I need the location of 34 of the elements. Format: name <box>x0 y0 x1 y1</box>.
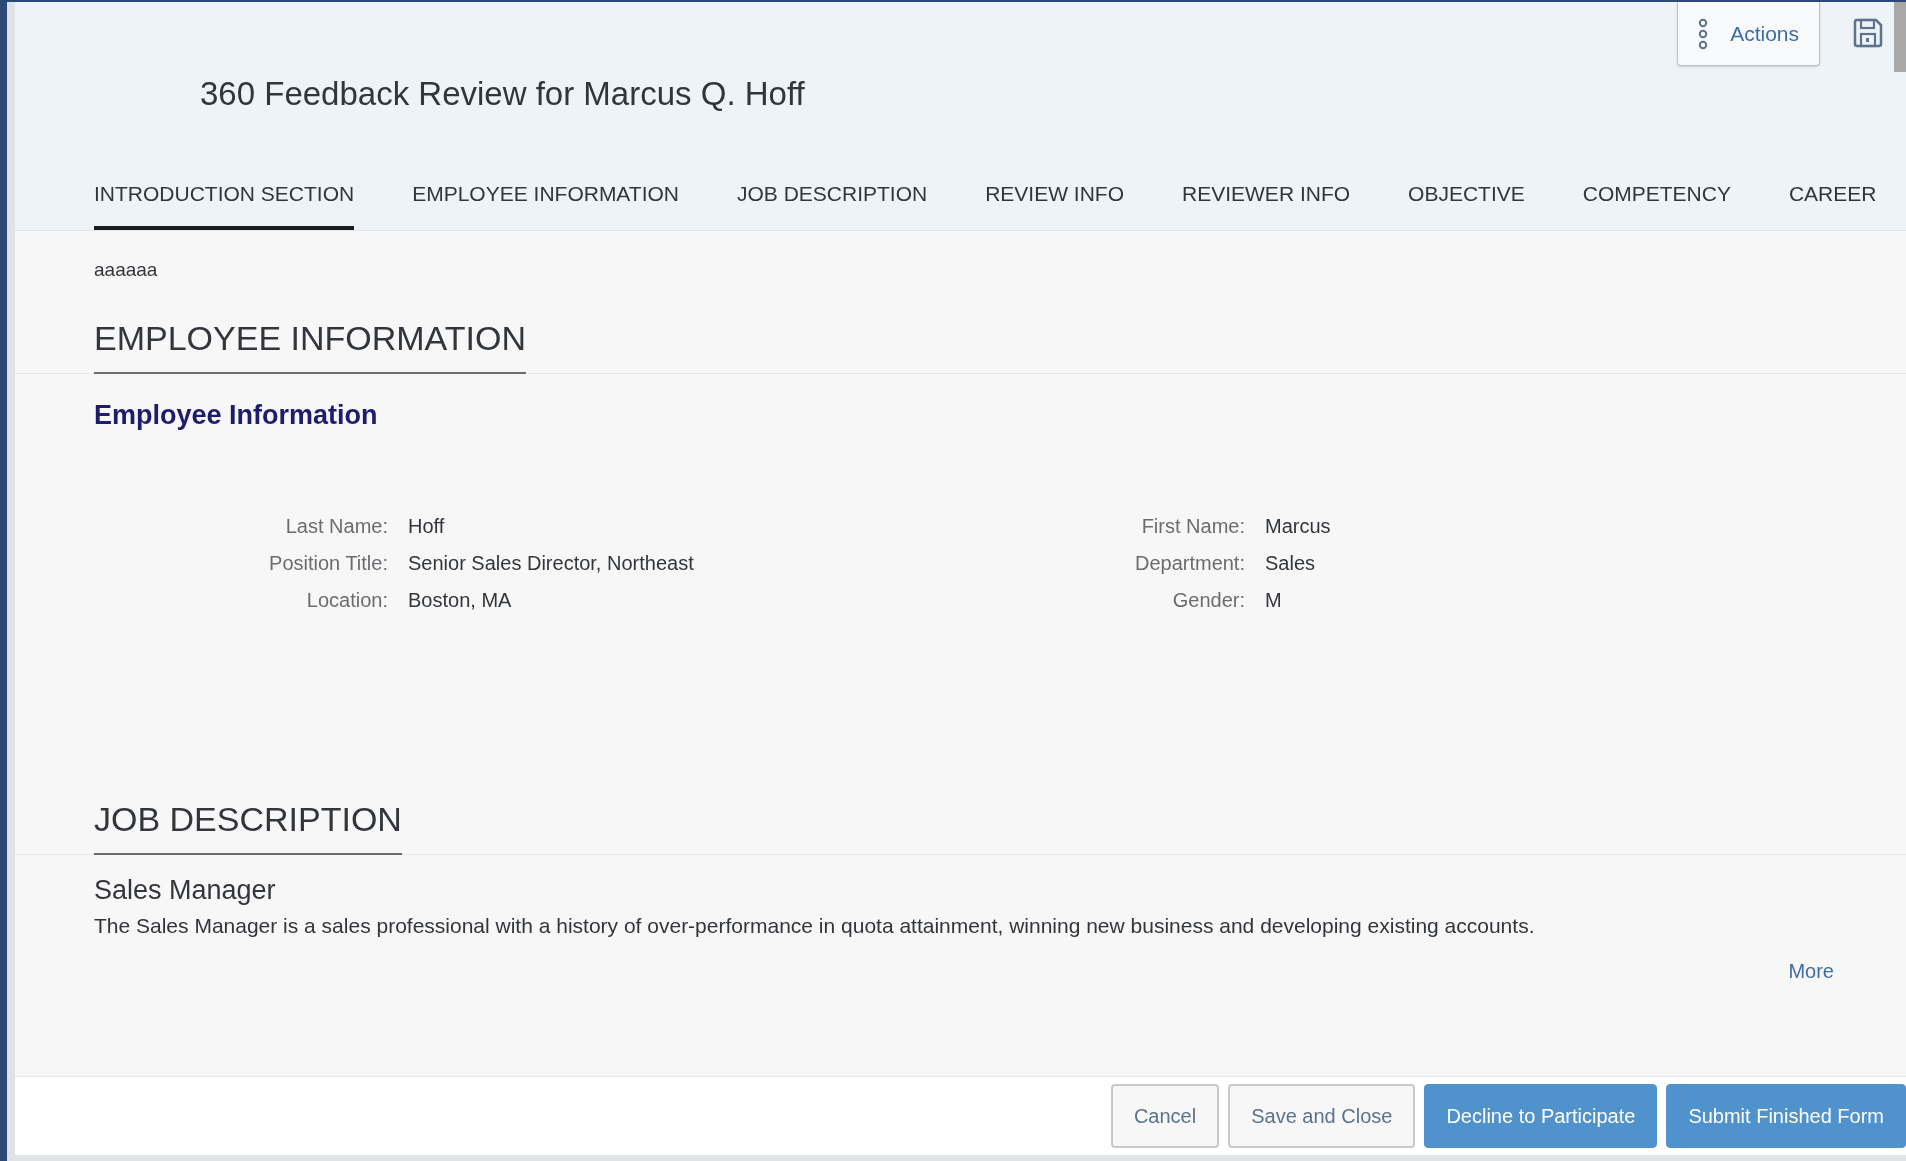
intro-text: aaaaaa <box>94 259 159 281</box>
field-label: Location: <box>305 589 388 612</box>
subsection-heading: Employee Information <box>94 400 379 431</box>
field-label: First Name: <box>1140 515 1245 538</box>
section-tab[interactable]: COMPETENCY <box>1582 182 1731 230</box>
field-value: Sales <box>1265 552 1317 575</box>
more-options-icon <box>1698 17 1709 50</box>
more-link[interactable]: More <box>1788 960 1834 983</box>
field-value: Senior Sales Director, Northeast <box>408 552 695 575</box>
save-icon[interactable] <box>1852 17 1884 49</box>
footer-button[interactable]: Cancel <box>1110 1084 1220 1148</box>
section-tab[interactable]: CAREER <box>1788 182 1877 230</box>
section-heading: EMPLOYEE INFORMATION <box>94 319 526 374</box>
field-value: M <box>1265 589 1283 612</box>
job-description: The Sales Manager is a sales professional with a history of over-performance in quota attainment, winning new business and developing existing accounts. <box>94 914 1536 938</box>
field-value: Hoff <box>408 515 446 538</box>
section-heading: JOB DESCRIPTION <box>94 800 402 855</box>
field-label: Department: <box>1133 552 1245 575</box>
field-value: Boston, MA <box>408 589 513 612</box>
field-label: Gender: <box>1171 589 1245 612</box>
section-tab[interactable]: INTRODUCTION SECTION <box>94 182 355 230</box>
field-value: Marcus <box>1265 515 1331 538</box>
job-title: Sales Manager <box>94 875 277 906</box>
page-title: 360 Feedback Review for Marcus Q. Hoff <box>200 75 806 113</box>
section-tab[interactable]: REVIEW INFO <box>985 182 1125 230</box>
footer-button[interactable]: Save and Close <box>1228 1084 1416 1148</box>
section-tab[interactable]: OBJECTIVE <box>1408 182 1525 230</box>
field-label: Position Title: <box>268 552 388 575</box>
section-tab[interactable]: REVIEWER INFO <box>1182 182 1351 230</box>
scrollbar[interactable] <box>1894 2 1906 72</box>
field-label: Last Name: <box>284 515 388 538</box>
section-tab[interactable]: EMPLOYEE INFORMATION <box>412 182 679 230</box>
section-tab[interactable]: JOB DESCRIPTION <box>737 182 928 230</box>
actions-button[interactable]: Actions <box>1677 2 1820 66</box>
